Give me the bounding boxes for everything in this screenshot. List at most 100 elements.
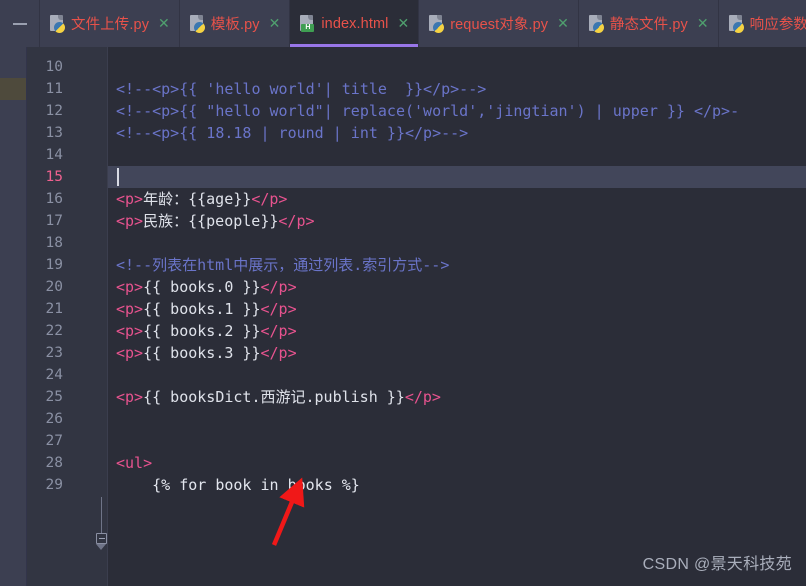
code-token: <p>	[116, 344, 144, 362]
fold-region-line	[101, 497, 102, 533]
code-line: <!--<p>{{ "hello world"| replace('world'…	[116, 100, 739, 122]
current-line-highlight	[108, 166, 806, 188]
editor-tab-bar: 文件上传.py ✕ 模板.py ✕ Hindex.html ✕ request对象.py ✕ 静…	[0, 0, 806, 48]
code-token: <p>	[116, 388, 144, 406]
line-number: 25	[45, 389, 63, 405]
code-token: <!--列表在html中展示，通过列表.索引方式-->	[116, 256, 450, 274]
code-token: </p>	[260, 300, 297, 318]
file-corner	[437, 15, 443, 20]
code-token: <!--<p>{{ 18.18 | round | int }}</p>-->	[116, 124, 469, 142]
close-icon[interactable]: ✕	[697, 17, 709, 31]
ide-window: 文件上传.py ✕ 模板.py ✕ Hindex.html ✕ request对象.py ✕ 静…	[0, 0, 806, 586]
python-file-icon	[429, 15, 445, 33]
code-token: {{ books.3 }}	[143, 344, 261, 362]
python-file-icon	[189, 15, 205, 33]
file-corner	[197, 15, 203, 20]
python-badge	[193, 22, 205, 33]
code-token: </p>	[404, 388, 441, 406]
editor-tab-2[interactable]: 模板.py ✕	[180, 0, 291, 47]
code-line: <p>{{ books.3 }}</p>	[116, 342, 297, 364]
close-icon[interactable]: ✕	[397, 17, 409, 31]
editor-tab-label: 响应参数.	[749, 17, 806, 33]
code-line: <!--<p>{{ 'hello world'| title }}</p>-->	[116, 78, 486, 100]
code-content-area[interactable]: <!--<p>{{ 'hello world'| title }}</p>-->…	[108, 47, 806, 586]
code-line: <p>{{ books.1 }}</p>	[116, 298, 297, 320]
code-token: </p>	[260, 344, 297, 362]
close-icon[interactable]: ✕	[158, 17, 170, 31]
line-number: 13	[45, 125, 63, 141]
line-number: 26	[45, 411, 63, 427]
file-corner	[596, 15, 602, 20]
editor-tab-1[interactable]: 文件上传.py ✕	[40, 0, 180, 47]
line-number-gutter[interactable]: 10 11 12 13 14 15 16 17 18 19 20 21 22 23 24 25 26 27 28 29	[27, 47, 108, 586]
line-number: 20	[45, 279, 63, 295]
line-number: 22	[45, 323, 63, 339]
line-number: 18	[45, 235, 63, 251]
python-file-icon	[728, 15, 744, 33]
file-corner	[308, 15, 314, 20]
code-token: {{ booksDict.西游记.publish }}	[143, 388, 405, 406]
hide-tabs-button[interactable]	[0, 0, 40, 47]
line-number: 29	[45, 477, 63, 493]
html-badge: H	[301, 24, 315, 32]
code-line: <!--<p>{{ 18.18 | round | int }}</p>-->	[116, 122, 468, 144]
close-icon[interactable]: ✕	[269, 17, 281, 31]
code-token: <p>	[116, 190, 144, 208]
code-token: </p>	[260, 278, 297, 296]
line-number: 23	[45, 345, 63, 361]
code-token: {{ books.1 }}	[143, 300, 261, 318]
code-line: <p>民族：{{people}}</p>	[116, 210, 315, 232]
editor-tab-label: 文件上传.py	[71, 17, 150, 33]
file-corner	[736, 15, 742, 20]
editor-tab-label: 模板.py	[210, 17, 260, 33]
python-badge	[54, 22, 65, 33]
line-number: 21	[45, 301, 63, 317]
code-line: <p>{{ books.2 }}</p>	[116, 320, 297, 342]
line-number: 12	[45, 103, 63, 119]
html-file-icon: H	[300, 15, 315, 32]
python-file-icon	[588, 15, 604, 33]
code-token: <!--<p>{{ "hello world"| replace('world'…	[116, 102, 740, 120]
text-caret	[117, 168, 119, 186]
editor-tab-4[interactable]: request对象.py ✕	[419, 0, 579, 47]
code-token: <p>	[116, 212, 144, 230]
line-number: 11	[45, 81, 63, 97]
line-number: 15	[45, 169, 63, 185]
editor-tab-label: 静态文件.py	[609, 17, 688, 33]
python-badge	[732, 22, 744, 33]
code-line: <p>年龄：{{age}}</p>	[116, 188, 287, 210]
watermark-text: CSDN @景天科技苑	[642, 556, 792, 573]
code-editor[interactable]: 10 11 12 13 14 15 16 17 18 19 20 21 22 23 24 25 26 27 28 29…	[0, 47, 806, 586]
python-badge	[433, 22, 445, 33]
line-number: 19	[45, 257, 63, 273]
code-token: {{ books.2 }}	[143, 322, 261, 340]
code-line: <p>{{ booksDict.西游记.publish }}</p>	[116, 386, 441, 408]
code-token: {% for book in books %}	[116, 476, 360, 494]
code-token: </p>	[251, 190, 288, 208]
code-line: {% for book in books %}	[116, 474, 360, 496]
code-token: <!--<p>{{ 'hello world'| title }}</p>-->	[116, 80, 487, 98]
code-token: </p>	[260, 322, 297, 340]
line-number: 27	[45, 433, 63, 449]
code-line: <!--列表在html中展示，通过列表.索引方式-->	[116, 254, 449, 276]
code-fold-toggle[interactable]	[96, 533, 107, 544]
line-number: 16	[45, 191, 63, 207]
editor-tab-label: request对象.py	[450, 17, 549, 33]
minimize-icon	[12, 22, 27, 25]
code-token: 年龄：{{age}}	[143, 190, 252, 208]
editor-tab-3[interactable]: Hindex.html ✕	[290, 0, 420, 47]
line-number: 10	[45, 59, 63, 75]
python-badge	[592, 22, 604, 33]
line-number: 24	[45, 367, 63, 383]
file-corner	[58, 15, 63, 20]
code-token: 民族：{{people}}	[143, 212, 279, 230]
editor-tab-6[interactable]: 响应参数.	[719, 0, 806, 47]
editor-tab-5[interactable]: 静态文件.py ✕	[579, 0, 719, 47]
code-token: {{ books.0 }}	[143, 278, 261, 296]
fold-region-end-arrow	[96, 544, 106, 550]
code-line: <p>{{ books.0 }}</p>	[116, 276, 297, 298]
close-icon[interactable]: ✕	[557, 17, 569, 31]
code-token: <p>	[116, 322, 144, 340]
code-line: <ul>	[116, 452, 152, 474]
python-file-icon	[50, 15, 65, 33]
